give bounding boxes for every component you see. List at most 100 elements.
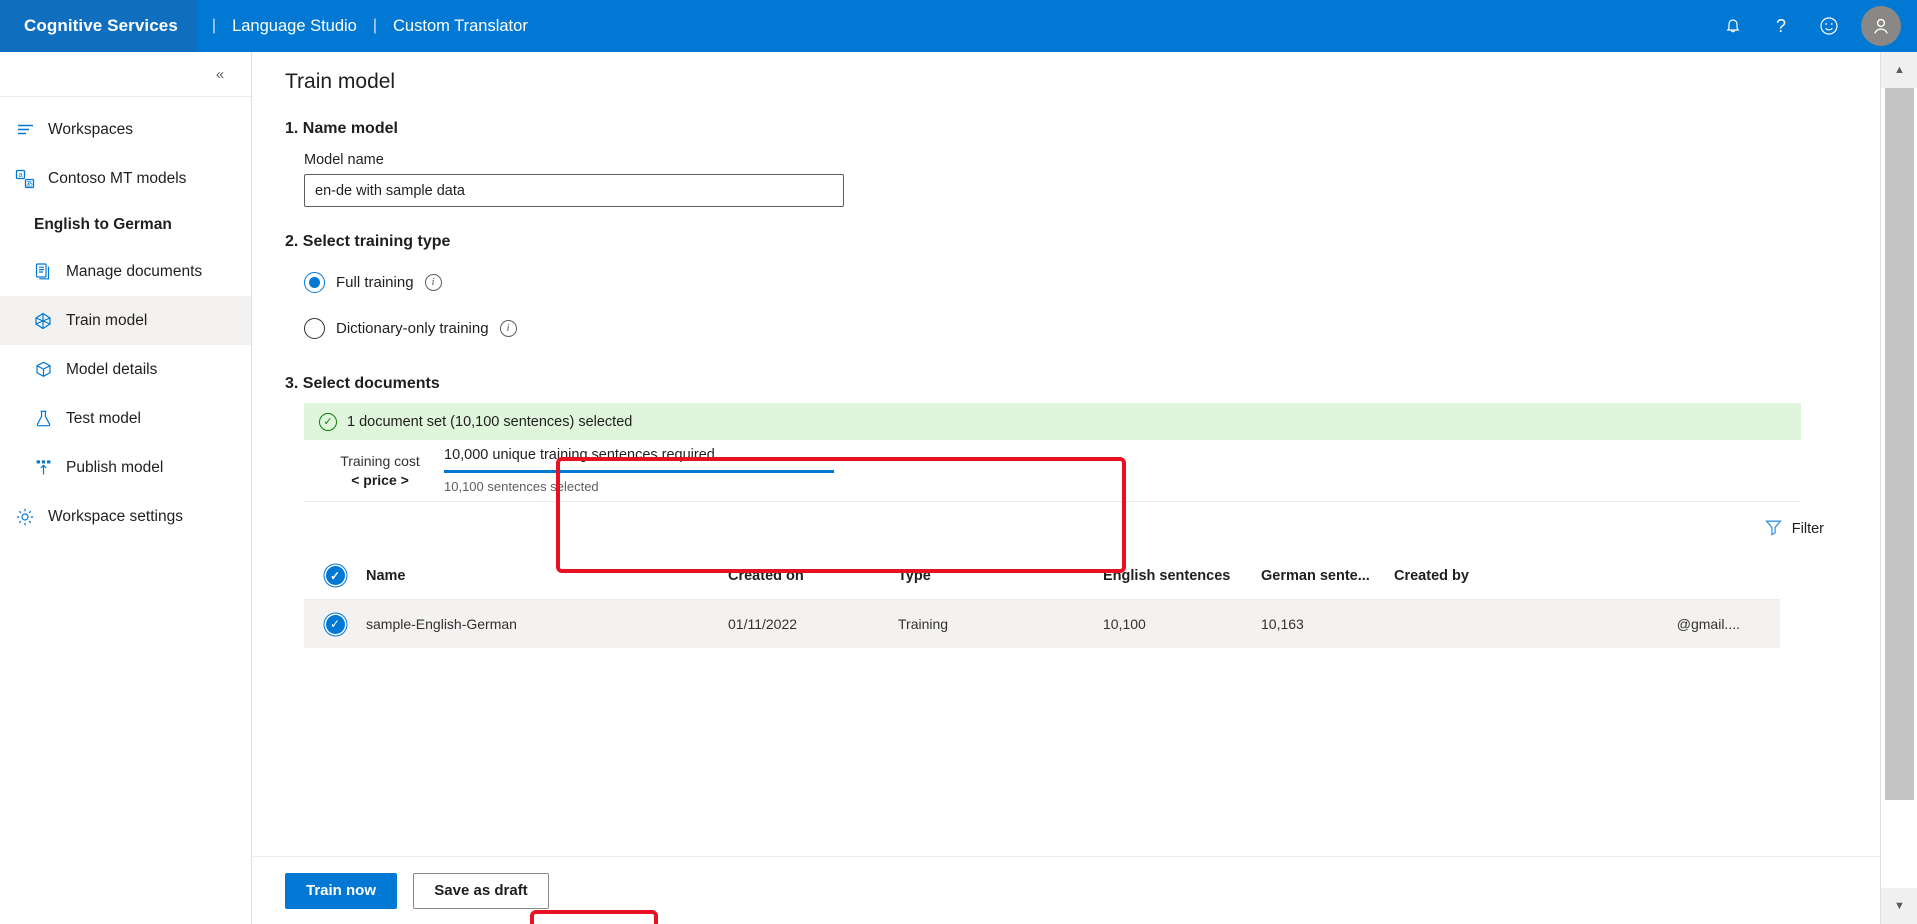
sidebar-item-model-details[interactable]: Model details [0,345,251,394]
column-header-created-on[interactable]: Created on [728,568,898,584]
sidebar-item-test-model[interactable]: Test model [0,394,251,443]
scroll-up-arrow-icon[interactable]: ▲ [1881,52,1917,88]
checked-circle-icon: ✓ [325,614,345,634]
radio-dictionary-only-training[interactable]: Dictionary-only training i [253,307,1880,349]
publish-icon [28,458,58,477]
scrollbar-thumb[interactable] [1885,88,1914,800]
radio-full-training[interactable]: Full training i [253,261,1880,303]
scrollbar-track[interactable] [1881,88,1917,888]
cell-english-sentences: 10,100 [1103,616,1146,632]
sidebar-item-workspace-settings[interactable]: Workspace settings [0,492,251,541]
svg-text:あ: あ [26,180,33,188]
left-sidebar: « Workspaces a あ Contoso MT models Engli… [0,52,252,924]
smiley-icon[interactable] [1805,0,1853,52]
cell-created-by: @gmail.... [1676,616,1740,632]
table-row[interactable]: ✓ sample-English-German 01/11/2022 Train… [304,600,1780,648]
page-title: Train model [285,70,396,93]
radio-full-training-control[interactable] [304,271,325,293]
sidebar-nav-list: Workspaces a あ Contoso MT models English… [0,97,251,541]
filter-row: Filter [253,512,1880,546]
nav-separator-2: | [372,17,378,34]
scroll-down-arrow-icon[interactable]: ▼ [1881,888,1917,924]
select-all-checkbox[interactable]: ✓ [304,566,366,585]
selection-summary-panel: ✓ 1 document set (10,100 sentences) sele… [304,403,1801,502]
sidebar-item-label: Workspaces [48,120,133,138]
documents-icon [28,262,58,281]
selection-banner: ✓ 1 document set (10,100 sentences) sele… [304,403,1801,440]
sidebar-item-contoso-mt-models[interactable]: a あ Contoso MT models [0,154,251,203]
collapse-chevrons-icon[interactable]: « [207,61,233,87]
radio-dictionary-only-control[interactable] [304,317,325,339]
radio-dictionary-only-label: Dictionary-only training [336,319,489,337]
filter-label: Filter [1791,521,1824,537]
cell-german-sentences: 10,163 [1261,616,1304,632]
question-mark-icon[interactable]: ? [1757,0,1805,52]
sidebar-item-workspaces[interactable]: Workspaces [0,105,251,154]
sentence-progress-bar [444,470,834,473]
table-header-row: ✓ Name Created on Type English sentences… [304,552,1780,600]
column-header-english-sentences[interactable]: English sentences [1103,568,1261,584]
checked-circle-icon: ✓ [325,566,345,585]
step-2-heading: 2. Select training type [285,233,451,250]
sentence-progress-fill [444,470,834,473]
brand-label: Cognitive Services [24,16,178,35]
brand-block[interactable]: Cognitive Services [0,0,198,52]
user-avatar-icon[interactable] [1861,6,1901,46]
top-right-actions: ? [1709,0,1917,52]
sidebar-group-label: English to German [34,216,172,233]
sidebar-item-label: Publish model [66,458,164,476]
sidebar-group-english-to-german: English to German [0,203,251,247]
sentences-selected-text: 10,100 sentences selected [444,479,599,494]
filter-button[interactable]: Filter [1764,518,1824,541]
sidebar-item-label: Manage documents [66,262,203,280]
train-now-button[interactable]: Train now [285,872,397,909]
model-name-label: Model name [304,152,384,168]
bell-icon[interactable] [1709,0,1757,52]
nav-link-language-studio[interactable]: Language Studio [230,13,359,40]
cell-type: Training [898,616,949,632]
documents-table: ✓ Name Created on Type English sentences… [304,552,1780,648]
workspaces-icon [10,120,40,139]
sidebar-item-train-model[interactable]: Train model [0,296,251,345]
save-as-draft-button[interactable]: Save as draft [413,872,549,909]
main-content: Train model 1. Name model Model name 2. … [253,52,1880,924]
cell-name: sample-English-German [366,616,517,632]
translate-models-icon: a あ [10,169,40,189]
flask-icon [28,409,58,428]
sidebar-item-label: Model details [66,360,158,378]
nav-link-custom-translator[interactable]: Custom Translator [391,13,530,40]
sidebar-item-label: Workspace settings [48,507,183,525]
radio-full-training-label: Full training [336,273,414,291]
step-1-heading: 1. Name model [285,120,398,137]
sentence-requirement-block: 10,000 unique training sentences require… [444,447,854,494]
training-cost-price: < price > [351,472,409,488]
column-header-type[interactable]: Type [898,568,1103,584]
gear-icon [10,507,40,527]
model-name-input[interactable] [304,174,844,207]
training-cost-label: Training cost [340,453,420,469]
sidebar-item-publish-model[interactable]: Publish model [0,443,251,492]
box-icon [28,360,58,379]
sidebar-item-manage-documents[interactable]: Manage documents [0,247,251,296]
sidebar-item-label: Test model [66,409,141,427]
check-circle-icon: ✓ [319,412,337,431]
nav-separator-1: | [211,17,217,34]
column-header-created-by[interactable]: Created by [1394,568,1780,584]
column-header-name[interactable]: Name [366,568,728,584]
top-navigation-bar: Cognitive Services | Language Studio | C… [0,0,1917,52]
radio-dot-icon [309,276,320,288]
info-icon[interactable]: i [424,273,442,291]
sentence-requirement-text: 10,000 unique training sentences require… [444,447,719,463]
svg-text:a: a [19,172,23,179]
training-cost-panel: Training cost < price > 10,000 unique tr… [304,440,1801,502]
step-3-heading: 3. Select documents [285,375,440,392]
vertical-scrollbar[interactable]: ▲ ▼ [1880,52,1917,924]
info-icon[interactable]: i [499,319,517,337]
top-nav-links: | Language Studio | Custom Translator [198,0,530,52]
filter-icon [1764,518,1783,541]
svg-text:?: ? [1776,16,1786,36]
column-header-german-sentences[interactable]: German sente... [1261,568,1394,584]
row-checkbox[interactable]: ✓ [304,614,366,634]
cell-created-on: 01/11/2022 [728,616,798,632]
train-model-icon [28,311,58,331]
